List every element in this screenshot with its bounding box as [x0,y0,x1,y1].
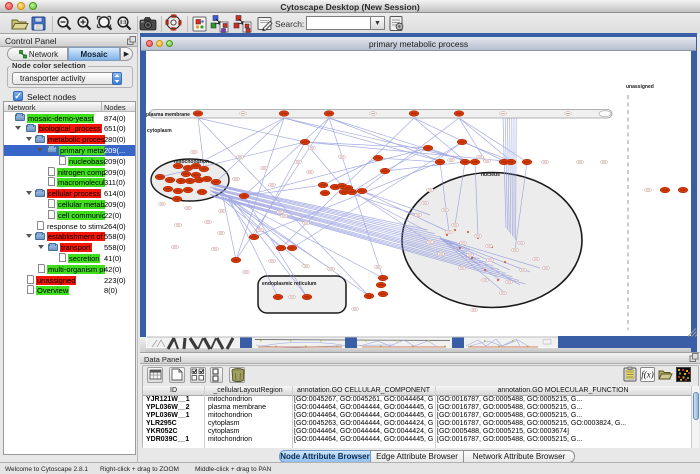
svg-text:unassigned: unassigned [626,84,654,90]
svg-text:endoplasmic reticulum: endoplasmic reticulum [262,281,317,287]
svg-text:cytoplasm: cytoplasm [147,128,172,134]
svg-text:nucleus: nucleus [481,172,500,178]
svg-text:plasma membrane: plasma membrane [146,112,190,118]
svg-text:f(x): f(x) [641,370,654,380]
